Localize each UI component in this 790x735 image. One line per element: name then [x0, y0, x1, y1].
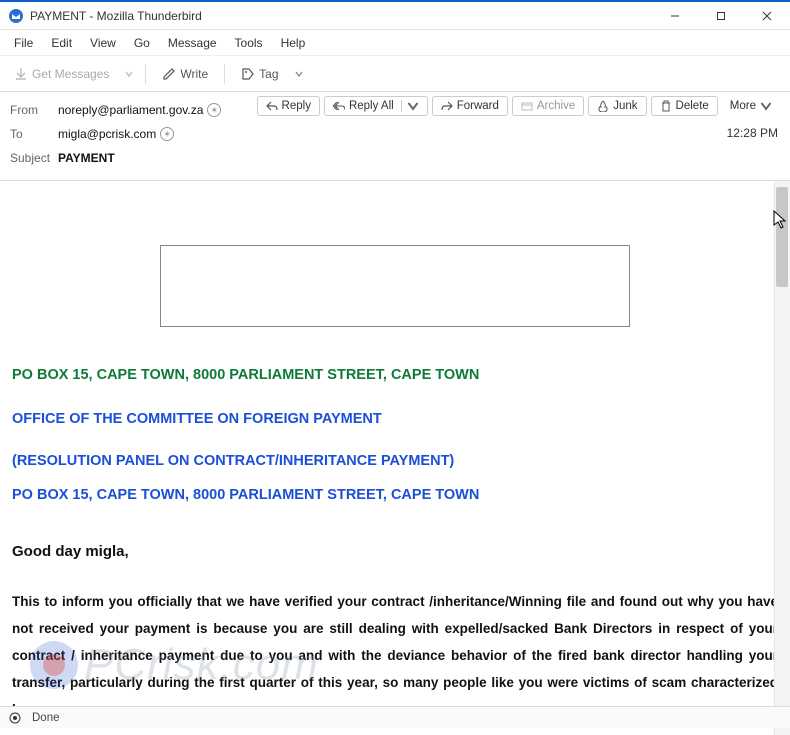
window-maximize-button[interactable] — [698, 2, 744, 30]
main-toolbar: Get Messages Write Tag — [0, 56, 790, 92]
status-online-icon — [8, 711, 22, 725]
reply-button[interactable]: Reply — [257, 96, 320, 116]
tag-chevron[interactable] — [291, 70, 307, 78]
archive-button[interactable]: Archive — [512, 96, 584, 116]
window-titlebar: PAYMENT - Mozilla Thunderbird — [0, 0, 790, 30]
email-line-office: OFFICE OF THE COMMITTEE ON FOREIGN PAYME… — [12, 411, 778, 427]
window-title: PAYMENT - Mozilla Thunderbird — [30, 9, 652, 23]
thunderbird-icon — [8, 8, 24, 24]
message-headers: Reply Reply All Forward Archive Junk Del… — [0, 92, 790, 181]
toolbar-separator — [224, 64, 225, 84]
menu-edit[interactable]: Edit — [43, 33, 80, 53]
pencil-icon — [162, 67, 176, 81]
more-button[interactable]: More — [722, 97, 780, 115]
flame-icon — [597, 100, 609, 112]
message-timestamp: 12:28 PM — [727, 126, 778, 140]
delete-button[interactable]: Delete — [651, 96, 718, 116]
window-close-button[interactable] — [744, 2, 790, 30]
email-line-address-blue: PO BOX 15, CAPE TOWN, 8000 PARLIAMENT ST… — [12, 487, 778, 503]
subject-value: PAYMENT — [58, 151, 115, 165]
tag-button[interactable]: Tag — [233, 63, 286, 85]
email-line-resolution: (RESOLUTION PANEL ON CONTRACT/INHERITANC… — [12, 453, 778, 469]
reply-all-button[interactable]: Reply All — [324, 96, 428, 116]
vertical-scrollbar[interactable] — [774, 181, 790, 735]
get-messages-chevron[interactable] — [121, 70, 137, 78]
menu-help[interactable]: Help — [273, 33, 314, 53]
from-label: From — [10, 103, 58, 117]
reply-all-icon — [333, 100, 345, 112]
trash-icon — [660, 100, 672, 112]
scrollbar-thumb[interactable] — [776, 187, 788, 287]
to-value[interactable]: migla@pcrisk.com ✶ — [58, 127, 174, 141]
reply-icon — [266, 100, 278, 112]
download-icon — [14, 67, 28, 81]
menu-message[interactable]: Message — [160, 33, 225, 53]
to-label: To — [10, 127, 58, 141]
archive-icon — [521, 100, 533, 112]
window-minimize-button[interactable] — [652, 2, 698, 30]
contact-icon[interactable]: ✶ — [207, 103, 221, 117]
junk-button[interactable]: Junk — [588, 96, 646, 116]
status-bar: Done — [0, 706, 790, 728]
subject-label: Subject — [10, 151, 58, 165]
get-messages-button[interactable]: Get Messages — [6, 63, 117, 85]
menu-file[interactable]: File — [6, 33, 41, 53]
message-body[interactable]: PO BOX 15, CAPE TOWN, 8000 PARLIAMENT ST… — [0, 181, 790, 735]
status-text: Done — [32, 712, 60, 724]
email-greeting: Good day migla, — [12, 543, 778, 560]
toolbar-separator — [145, 64, 146, 84]
message-action-bar: Reply Reply All Forward Archive Junk Del… — [257, 96, 780, 116]
write-button[interactable]: Write — [154, 63, 216, 85]
tag-icon — [241, 67, 255, 81]
from-value[interactable]: noreply@parliament.gov.za ✶ — [58, 103, 221, 117]
reply-all-chevron[interactable] — [401, 100, 419, 112]
email-body-paragraph: This to inform you officially that we ha… — [12, 588, 778, 723]
forward-button[interactable]: Forward — [432, 96, 508, 116]
embedded-image-placeholder — [160, 245, 630, 327]
menu-bar: File Edit View Go Message Tools Help — [0, 30, 790, 56]
chevron-down-icon — [760, 100, 772, 112]
email-line-address-green: PO BOX 15, CAPE TOWN, 8000 PARLIAMENT ST… — [12, 367, 778, 383]
menu-view[interactable]: View — [82, 33, 124, 53]
menu-go[interactable]: Go — [126, 33, 158, 53]
contact-icon[interactable]: ✶ — [160, 127, 174, 141]
menu-tools[interactable]: Tools — [227, 33, 271, 53]
forward-icon — [441, 100, 453, 112]
